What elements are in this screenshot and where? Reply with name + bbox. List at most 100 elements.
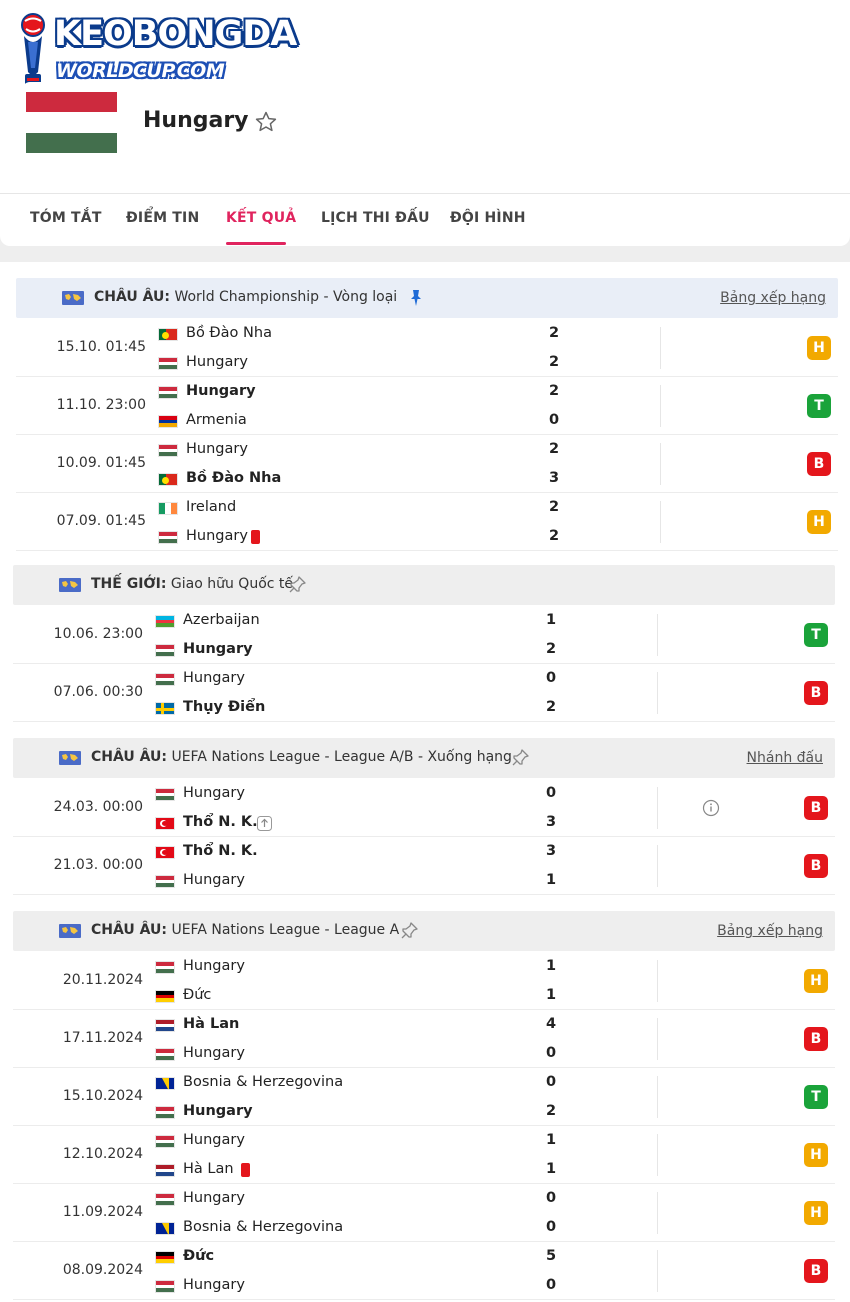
match-row[interactable]: 11.10. 23:00 Hungary 2 Armenia 0 T (16, 377, 838, 435)
bosnia-flag (155, 1222, 175, 1235)
result-badge: T (804, 1085, 828, 1109)
home-score: 1 (545, 958, 557, 974)
competition-name: Giao hữu Quốc tế (166, 576, 294, 592)
portugal-flag (158, 328, 178, 341)
column-divider (660, 327, 661, 369)
match-date: 20.11.2024 (62, 972, 143, 988)
away-score: 1 (545, 872, 557, 888)
result-badge: B (804, 854, 828, 878)
competition-header: CHÂU ÂU: World Championship - Vòng loại B… (16, 278, 838, 318)
away-score: 0 (545, 1219, 557, 1235)
match-date: 08.09.2024 (62, 1262, 143, 1278)
match-row[interactable]: 15.10. 01:45 Bồ Đào Nha 2 Hungary 2 H (16, 319, 838, 377)
info-icon[interactable] (702, 799, 720, 817)
match-row[interactable]: 12.10.2024 Hungary 1 Hà Lan 1 H (13, 1126, 835, 1184)
match-row[interactable]: 15.10.2024 Bosnia & Herzegovina 0 Hungary 2 T (13, 1068, 835, 1126)
ireland-flag (158, 502, 178, 515)
match-date: 21.03. 00:00 (53, 857, 143, 873)
team-name: Hungary (143, 108, 249, 133)
standings-link[interactable]: Nhánh đấu (747, 750, 823, 766)
bosnia-flag (155, 1077, 175, 1090)
hungary-flag (158, 444, 178, 457)
red-card-icon (240, 1163, 250, 1177)
tab-summary[interactable]: TÓM TẮT (30, 210, 102, 226)
tab-fixtures[interactable]: LỊCH THI ĐẤU (321, 210, 430, 226)
site-logo[interactable]: KEOBONGDA WORLDCUP.COM (14, 10, 297, 90)
germany-flag (155, 1251, 175, 1264)
away-score: 2 (548, 528, 560, 544)
match-row[interactable]: 07.06. 00:30 Hungary 0 Thụy Điển 2 B (13, 664, 835, 722)
pin-icon[interactable] (286, 574, 308, 596)
competition-title[interactable]: CHÂU ÂU: UEFA Nations League - League A (91, 922, 399, 938)
pin-icon[interactable] (509, 747, 531, 769)
hungary-flag (158, 531, 178, 544)
result-badge: B (804, 1259, 828, 1283)
tab-news[interactable]: ĐIỂM TIN (126, 210, 199, 226)
away-team-name: Hungary (183, 641, 253, 657)
competition-title[interactable]: THẾ GIỚI: Giao hữu Quốc tế (91, 576, 293, 592)
hungary-flag (158, 386, 178, 399)
match-row[interactable]: 08.09.2024 Đức 5 Hungary 0 B (13, 1242, 835, 1300)
home-team-name: Ireland (186, 499, 237, 515)
match-date: 17.11.2024 (62, 1030, 143, 1046)
home-team-name: Hungary (183, 785, 245, 801)
home-team-name: Hungary (186, 383, 256, 399)
favorite-star-icon[interactable] (254, 110, 278, 134)
sweden-flag (155, 702, 175, 715)
result-badge: H (807, 336, 831, 360)
pinned-icon[interactable] (405, 287, 427, 309)
tabs-divider (0, 193, 850, 194)
match-row[interactable]: 24.03. 00:00 Hungary 0 Thổ N. K. 3 B (13, 779, 835, 837)
active-tab-indicator (226, 242, 286, 245)
match-row[interactable]: 10.09. 01:45 Hungary 2 Bồ Đào Nha 3 B (16, 435, 838, 493)
hungary-flag (155, 1193, 175, 1206)
competition-title[interactable]: CHÂU ÂU: UEFA Nations League - League A/… (91, 749, 512, 765)
match-row[interactable]: 11.09.2024 Hungary 0 Bosnia & Herzegovina 0 H (13, 1184, 835, 1242)
match-row[interactable]: 17.11.2024 Hà Lan 4 Hungary 0 B (13, 1010, 835, 1068)
home-team-name: Bosnia & Herzegovina (183, 1074, 344, 1090)
germany-flag (155, 990, 175, 1003)
standings-link[interactable]: Bảng xếp hạng (720, 290, 826, 306)
tab-results[interactable]: KẾT QUẢ (226, 210, 296, 226)
home-team-name: Đức (183, 1248, 215, 1264)
home-score: 4 (545, 1016, 557, 1032)
red-card-icon (251, 530, 261, 544)
away-score: 2 (545, 699, 557, 715)
match-date: 11.10. 23:00 (56, 397, 146, 413)
column-divider (657, 1018, 658, 1060)
away-team-name: Bosnia & Herzegovina (183, 1219, 344, 1235)
hungary-flag (155, 1048, 175, 1061)
standings-link[interactable]: Bảng xếp hạng (717, 923, 823, 939)
away-team-name: Hungary (183, 872, 245, 888)
pin-icon[interactable] (398, 920, 420, 942)
away-team-name: Thụy Điển (183, 699, 266, 715)
home-score: 0 (545, 785, 557, 801)
home-team-name: Hungary (183, 1132, 245, 1148)
away-score: 0 (545, 1045, 557, 1061)
home-score: 0 (545, 1190, 557, 1206)
match-row[interactable]: 07.09. 01:45 Ireland 2 Hungary 2 H (16, 493, 838, 551)
netherlands-flag (155, 1019, 175, 1032)
away-team-name: Hungary (183, 1103, 253, 1119)
netherlands-flag (155, 1164, 175, 1177)
column-divider (660, 385, 661, 427)
advanced-icon (257, 816, 272, 831)
competition-title[interactable]: CHÂU ÂU: World Championship - Vòng loại (94, 289, 397, 305)
result-badge: B (804, 1027, 828, 1051)
result-badge: T (804, 623, 828, 647)
competition-name: World Championship - Vòng loại (170, 289, 398, 305)
result-badge: H (804, 969, 828, 993)
result-badge: H (807, 510, 831, 534)
match-row[interactable]: 20.11.2024 Hungary 1 Đức 1 H (13, 952, 835, 1010)
away-team-name: Thổ N. K. (183, 814, 258, 830)
match-row[interactable]: 21.03. 00:00 Thổ N. K. 3 Hungary 1 B (13, 837, 835, 895)
away-score: 2 (545, 1103, 557, 1119)
home-score: 1 (545, 612, 557, 628)
match-row[interactable]: 10.06. 23:00 Azerbaijan 1 Hungary 2 T (13, 606, 835, 664)
tab-squad[interactable]: ĐỘI HÌNH (450, 210, 526, 226)
competition-region: THẾ GIỚI: (91, 576, 167, 592)
competition-header: CHÂU ÂU: UEFA Nations League - League A B… (13, 911, 835, 951)
portugal-flag (158, 473, 178, 486)
result-badge: H (804, 1201, 828, 1225)
away-team-name: Hungary (183, 1277, 245, 1293)
